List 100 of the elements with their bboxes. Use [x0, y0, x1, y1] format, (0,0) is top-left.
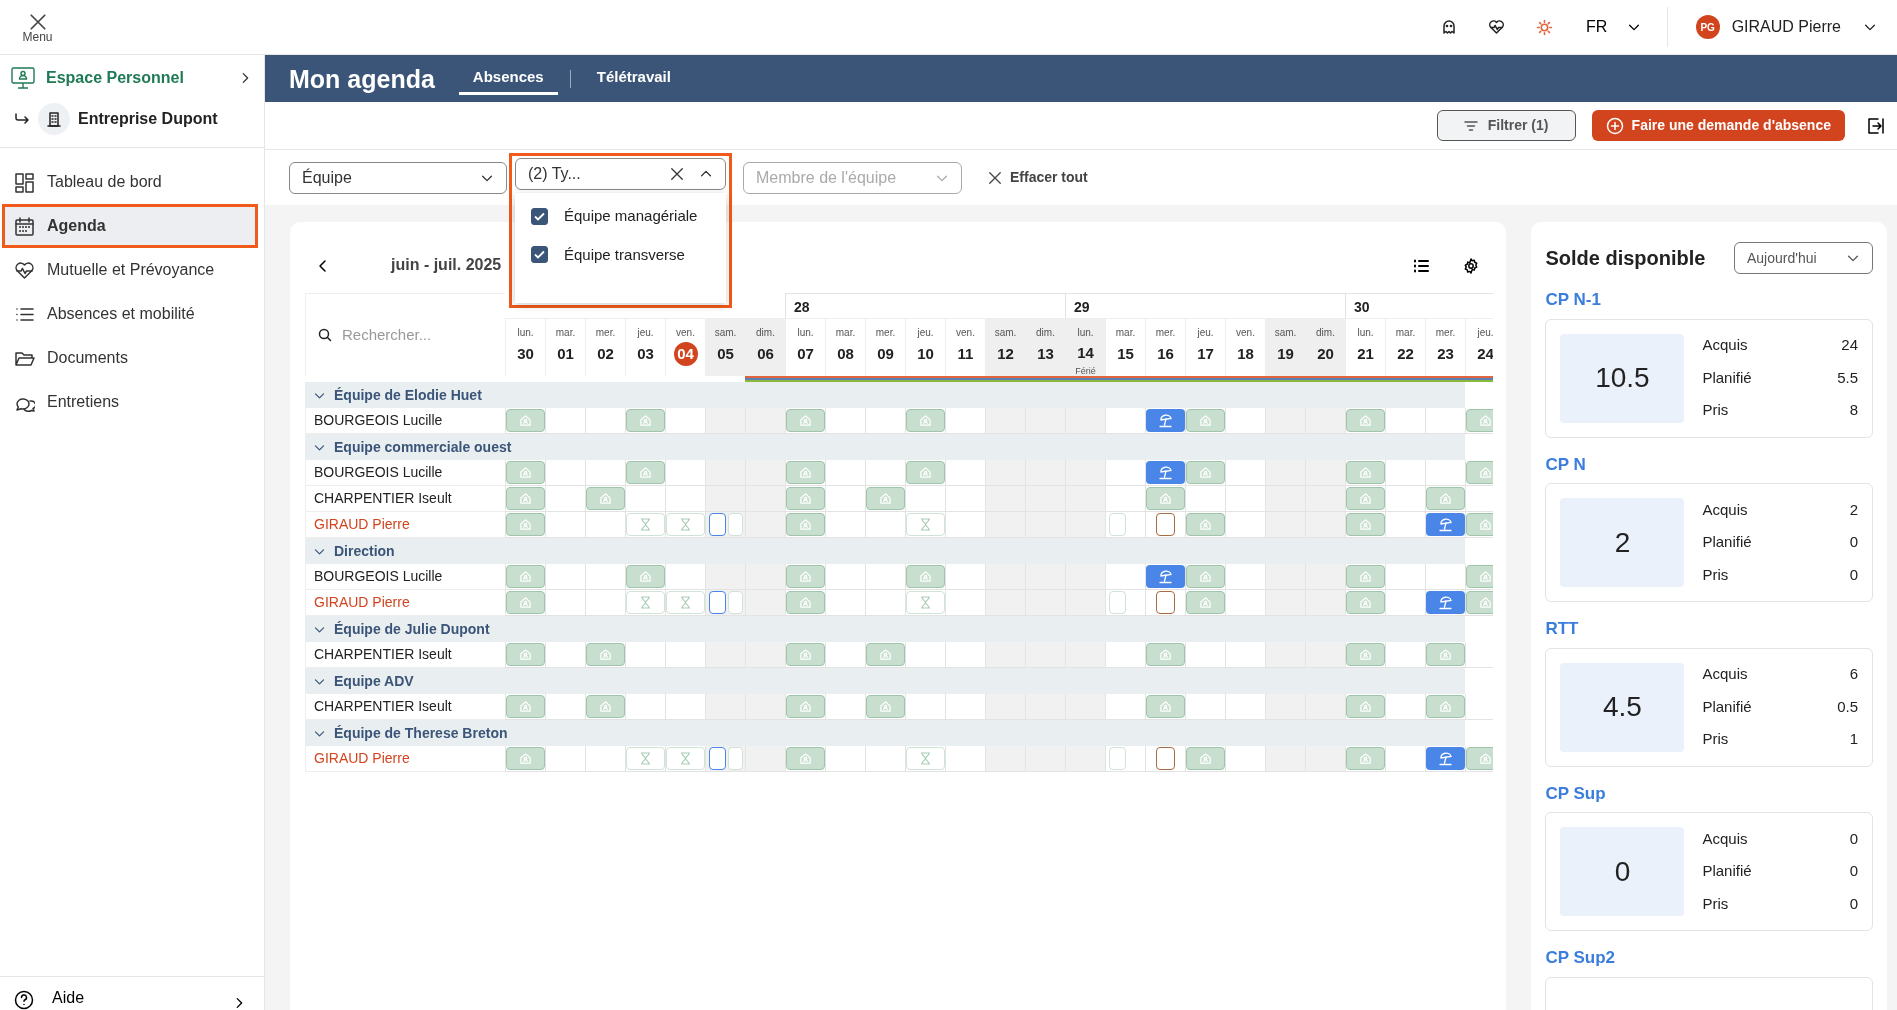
sidebar-item[interactable]: Agenda: [2, 204, 258, 248]
search-icon: [318, 328, 332, 342]
checkbox[interactable]: [531, 207, 548, 225]
menu-button[interactable]: Menu: [0, 8, 75, 46]
day-header: dim. 13: [1025, 318, 1065, 376]
filter-button[interactable]: Filtrer (1): [1436, 110, 1576, 141]
day-header: dim. 20: [1305, 318, 1345, 376]
balance-amount: 6: [1849, 664, 1858, 685]
balance-value: 4.5: [1560, 662, 1685, 752]
tab[interactable]: Absences: [458, 61, 558, 96]
day-header: lun. 14 Férié: [1065, 318, 1105, 376]
balance-label: Planifié: [1702, 532, 1752, 553]
house-icon: [1359, 700, 1372, 713]
beach-umbrella-icon: [1158, 413, 1173, 428]
balance-label: Planifié: [1702, 861, 1752, 882]
half-day-block[interactable]: [1109, 591, 1126, 614]
house-icon: [1359, 596, 1372, 609]
member-name: GIRAUD Pierre: [305, 746, 505, 772]
hourglass-icon: [640, 596, 651, 609]
space-link[interactable]: Espace Personnel: [0, 55, 264, 99]
close-icon: [670, 167, 684, 181]
help-item[interactable]: Aide: [0, 976, 264, 1010]
sidebar-item[interactable]: Entretiens: [0, 380, 264, 424]
user-menu[interactable]: PG GIRAUD Pierre: [1689, 14, 1883, 40]
language-selector[interactable]: FR: [1568, 14, 1659, 40]
house-icon: [519, 570, 532, 583]
house-icon: [799, 570, 812, 583]
pending-request-block[interactable]: [1156, 513, 1175, 536]
balance-label: Planifié: [1702, 367, 1752, 388]
half-day-block[interactable]: [1109, 513, 1126, 536]
balance-label: Planifié: [1702, 696, 1752, 717]
house-icon: [1479, 518, 1492, 531]
hourglass-icon: [640, 518, 651, 531]
group-name: Équipe de Julie Dupont: [334, 619, 490, 639]
sidebar-item[interactable]: Tableau de bord: [0, 160, 264, 204]
pending-request-block[interactable]: [1156, 591, 1175, 614]
pending-request-block[interactable]: [1156, 747, 1175, 770]
balance-amount: 0: [1849, 828, 1858, 849]
day-header: lun. 30: [505, 318, 545, 376]
house-icon: [519, 466, 532, 479]
house-icon: [919, 466, 932, 479]
filter-icon: [1463, 119, 1478, 132]
house-icon: [1199, 414, 1212, 427]
half-day-block[interactable]: [1109, 747, 1126, 770]
dropdown-option[interactable]: Équipe transverse: [531, 243, 710, 266]
calendar-icon: [14, 215, 35, 237]
building-icon: [47, 111, 61, 127]
group-name: Equipe ADV: [334, 671, 414, 691]
balance-amount: 24: [1841, 335, 1858, 356]
house-icon: [1439, 648, 1452, 661]
account-name: CP Sup2: [1545, 947, 1617, 969]
house-icon: [1199, 596, 1212, 609]
checkbox[interactable]: [531, 246, 548, 264]
multiselect-field[interactable]: (2) Ty...: [515, 158, 726, 190]
day-header: jeu. 03: [625, 318, 665, 376]
dropdown-option[interactable]: Équipe managériale: [531, 205, 710, 228]
plus-circle-icon: [1605, 116, 1624, 135]
house-icon: [639, 414, 652, 427]
week-number: 30: [1345, 293, 1493, 318]
balance-value: 2: [1560, 498, 1685, 587]
beach-umbrella-icon: [1158, 569, 1173, 584]
group-name: Équipe de Elodie Huet: [334, 385, 482, 405]
company-name: Entreprise Dupont: [78, 109, 218, 129]
sun-icon: [1536, 18, 1554, 36]
house-icon: [1479, 596, 1492, 609]
account-name: CP N-1: [1545, 289, 1602, 311]
hourglass-icon: [920, 518, 931, 531]
hourglass-icon: [920, 596, 931, 609]
house-icon: [599, 648, 612, 661]
house-icon: [639, 466, 652, 479]
balance-value: 10.5: [1560, 333, 1685, 423]
dashboard-icon: [14, 171, 35, 193]
sidebar-item[interactable]: Documents: [0, 336, 264, 380]
day-header: mar. 01: [545, 318, 585, 376]
balance-amount: 1: [1849, 729, 1858, 750]
heart-pulse-icon: [1488, 19, 1506, 35]
hourglass-icon: [680, 596, 691, 609]
balance-amount: 0: [1849, 861, 1858, 882]
sidebar-item[interactable]: Absences et mobilité: [0, 292, 264, 336]
house-icon: [799, 648, 812, 661]
settings-icon: [1463, 257, 1480, 274]
select-field[interactable]: Équipe: [289, 161, 507, 194]
house-icon: [1479, 466, 1492, 479]
house-icon: [599, 700, 612, 713]
absence-request-button[interactable]: Faire une demande d'absence: [1591, 110, 1845, 141]
day-header: sam. 05: [705, 318, 745, 376]
member-name: BOURGEOIS Lucille: [305, 564, 505, 590]
house-icon: [799, 518, 812, 531]
period-select[interactable]: Aujourd'hui: [1734, 242, 1873, 274]
tab[interactable]: Télétravail: [582, 61, 685, 96]
check-icon: [534, 250, 545, 260]
house-icon: [1359, 752, 1372, 765]
balance-label: Acquis: [1702, 335, 1748, 356]
clear-all-button[interactable]: Effacer tout: [982, 166, 1094, 189]
balance-label: Pris: [1702, 400, 1729, 421]
balance-label: Acquis: [1702, 499, 1748, 520]
panel-title: Solde disponible: [1545, 246, 1706, 270]
return-arrow-icon: [14, 113, 30, 125]
balance-label: Pris: [1702, 893, 1729, 914]
sidebar-item[interactable]: Mutuelle et Prévoyance: [0, 248, 264, 292]
